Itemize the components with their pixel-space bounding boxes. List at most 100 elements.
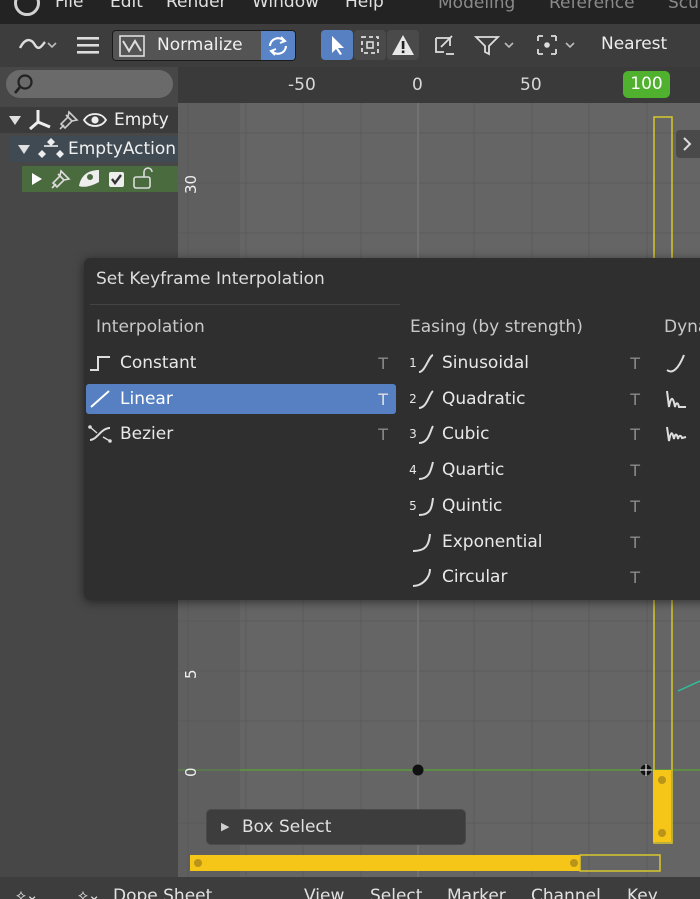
interpolation-popup-menu: Set Keyframe Interpolation Interpolation… xyxy=(84,258,700,600)
y-axis-label: 5 xyxy=(182,669,200,679)
workspace-tab-modeling[interactable]: Modeling xyxy=(438,0,515,13)
channel-search-field[interactable] xyxy=(6,70,173,98)
cursor-arrow-icon xyxy=(332,36,344,55)
menu-select[interactable]: Select xyxy=(370,886,422,899)
constant-icon xyxy=(86,352,114,374)
last-operator-panel[interactable]: ▶ Box Select xyxy=(206,809,466,845)
action-icon xyxy=(38,138,64,158)
ease-exponential-icon xyxy=(408,531,436,553)
menu-item-elastic[interactable] xyxy=(662,419,700,449)
sync-button[interactable] xyxy=(261,31,295,60)
column-heading-easing: Easing (by strength) xyxy=(410,317,583,337)
only-errors-button[interactable] xyxy=(387,30,419,60)
keyframe-point[interactable] xyxy=(412,764,424,776)
menu-item-cubic[interactable]: 3 Cubic T xyxy=(408,419,648,449)
bezier-icon xyxy=(86,423,114,445)
only-selected-button[interactable] xyxy=(321,30,353,60)
pivot-point-icon xyxy=(537,35,575,55)
hamburger-icon xyxy=(77,37,99,54)
ease-bounce-icon xyxy=(662,388,690,410)
ruler-tick: 0 xyxy=(412,75,423,95)
filter-icon xyxy=(474,36,514,56)
editor-type-button[interactable] xyxy=(14,30,60,60)
menu-item-linear[interactable]: Linear T xyxy=(86,384,396,414)
normalize-icon xyxy=(113,31,151,60)
ease-cubic-icon: 3 xyxy=(408,423,436,445)
top-menu-bar: File Edit Render Window Help Modeling Re… xyxy=(0,0,700,24)
menu-file[interactable]: File xyxy=(55,0,83,12)
channel-row-empty[interactable]: Empty xyxy=(0,107,178,133)
channel-row-fcurve[interactable] xyxy=(22,166,178,192)
checkbox-icon[interactable] xyxy=(104,166,130,192)
workspace-tab-sculpt[interactable]: Scu xyxy=(668,0,699,13)
empty-object-icon xyxy=(29,110,51,131)
normalize-toggle[interactable]: Normalize xyxy=(112,30,296,61)
normalize-view-button[interactable] xyxy=(428,30,460,60)
editor-mode-dropdown[interactable]: Dope Sheet xyxy=(113,886,212,899)
menu-render[interactable]: Render xyxy=(166,0,227,12)
channel-label: EmptyAction xyxy=(68,139,177,159)
menu-channel[interactable]: Channel xyxy=(531,886,601,899)
ruler-tick: 50 xyxy=(520,75,542,95)
eye-icon[interactable] xyxy=(82,107,108,133)
ease-quintic-icon: 5 xyxy=(408,495,436,517)
pin-icon[interactable] xyxy=(48,166,76,192)
chevron-left-icon xyxy=(683,137,692,151)
menu-item-quadratic[interactable]: 2 Quadratic T xyxy=(408,384,648,414)
column-heading-dynamic: Dyna xyxy=(664,317,700,337)
box-select-icon xyxy=(361,36,379,54)
menu-item-back[interactable] xyxy=(662,348,700,378)
menu-marker[interactable]: Marker xyxy=(447,886,506,899)
expand-arrow-icon[interactable]: ▶ xyxy=(221,820,229,833)
ease-elastic-icon xyxy=(662,423,690,445)
menu-item-exponential[interactable]: Exponential T xyxy=(408,527,648,557)
expand-arrow-icon[interactable] xyxy=(4,107,28,133)
menu-edit[interactable]: Edit xyxy=(110,0,143,12)
dope-sheet-icon: ⟡⌄ xyxy=(78,886,101,899)
expand-arrow-icon[interactable] xyxy=(14,136,36,162)
popup-divider xyxy=(90,304,400,305)
normalize-label: Normalize xyxy=(157,35,243,55)
menu-item-bounce[interactable] xyxy=(662,384,700,414)
workspace-tab-reference[interactable]: Reference xyxy=(549,0,635,13)
y-axis-label: 30 xyxy=(182,174,200,194)
search-icon xyxy=(14,74,33,94)
frame-ruler[interactable]: -50 0 50 xyxy=(178,67,700,103)
menu-item-circular[interactable]: Circular T xyxy=(408,562,648,592)
ease-circular-icon xyxy=(408,566,436,588)
ease-quartic-icon: 4 xyxy=(408,459,436,481)
pin-icon[interactable] xyxy=(56,107,82,133)
graph-editor-icon xyxy=(18,38,57,49)
bottom-editor-header: ⟡⌄ ⟡⌄ Dope Sheet View Select Marker Chan… xyxy=(0,877,700,899)
sidebar-toggle[interactable] xyxy=(676,130,700,158)
menu-item-sinusoidal[interactable]: 1 Sinusoidal T xyxy=(408,348,648,378)
menu-view[interactable]: View xyxy=(304,886,344,899)
ease-sinusoidal-icon: 1 xyxy=(408,352,436,374)
y-axis-label: 0 xyxy=(182,767,200,777)
snap-mode-dropdown[interactable]: Nearest xyxy=(601,34,667,54)
menu-item-constant[interactable]: Constant T xyxy=(86,348,396,378)
ruler-tick: -50 xyxy=(288,75,316,95)
play-arrow-icon[interactable] xyxy=(28,166,48,192)
menu-item-bezier[interactable]: Bezier T xyxy=(86,419,396,449)
pivot-dropdown[interactable] xyxy=(534,30,580,60)
menu-toggle-button[interactable] xyxy=(72,30,104,60)
refresh-icon xyxy=(268,35,288,56)
show-hidden-button[interactable] xyxy=(354,30,386,60)
menu-window[interactable]: Window xyxy=(252,0,319,12)
current-frame-indicator[interactable]: 100 xyxy=(623,71,670,98)
lock-open-icon[interactable] xyxy=(130,166,156,192)
filter-dropdown[interactable] xyxy=(471,30,521,60)
warning-icon xyxy=(392,35,414,55)
channel-label: Empty xyxy=(114,110,169,130)
menu-item-quartic[interactable]: 4 Quartic T xyxy=(408,455,648,485)
ease-back-icon xyxy=(662,352,690,374)
visibility-graph-icon[interactable] xyxy=(76,166,104,192)
popup-title: Set Keyframe Interpolation xyxy=(96,269,325,289)
menu-key[interactable]: Key xyxy=(627,886,658,899)
blender-logo-icon[interactable] xyxy=(14,0,40,16)
menu-item-quintic[interactable]: 5 Quintic T xyxy=(408,491,648,521)
menu-help[interactable]: Help xyxy=(345,0,384,12)
channel-row-emptyaction[interactable]: EmptyAction xyxy=(10,136,178,162)
editor-type-icon[interactable]: ⟡⌄ xyxy=(16,886,38,899)
